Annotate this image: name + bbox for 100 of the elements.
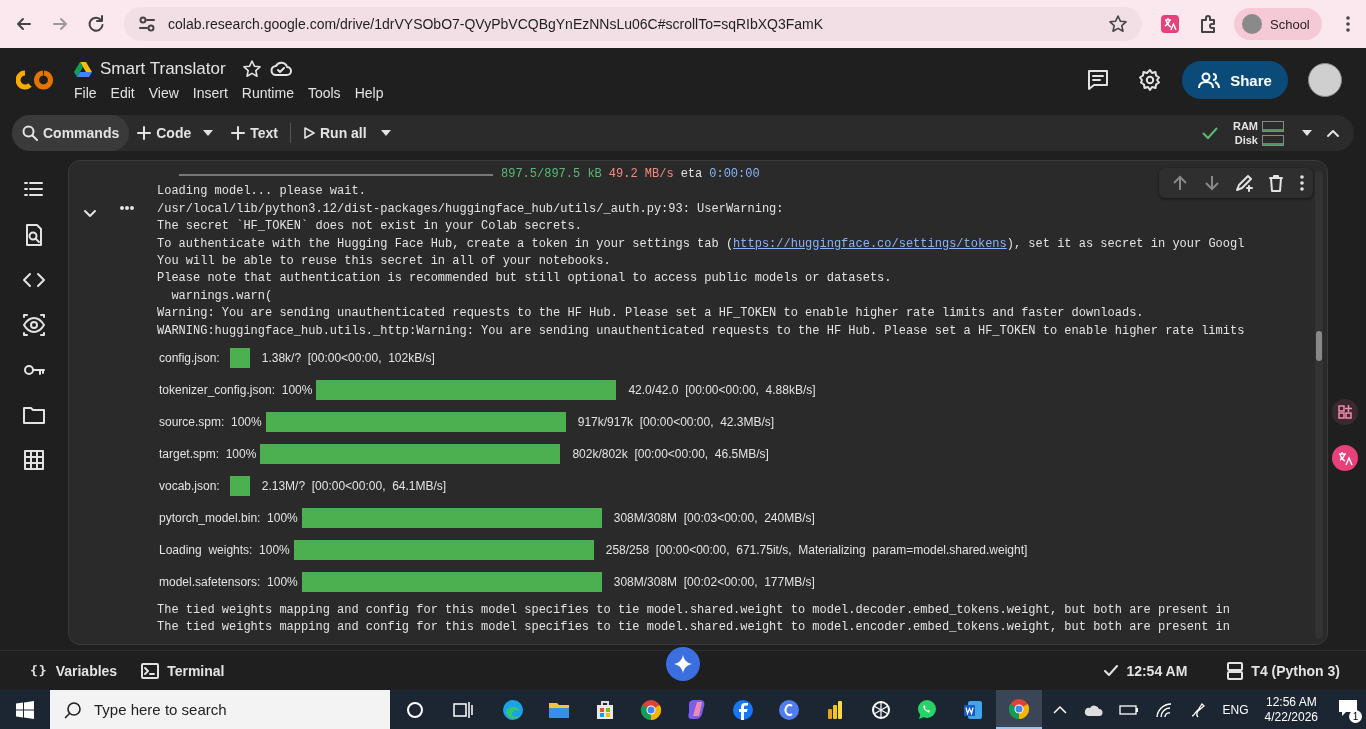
translate-icon[interactable] (1332, 445, 1358, 471)
delete-icon[interactable] (1267, 174, 1285, 192)
progress-stats: 917k/917k [00:00<00:00, 42.3MB/s] (577, 414, 775, 429)
output-line: warnings.warn( (170, 287, 274, 305)
braces-icon[interactable]: {} (30, 663, 48, 678)
menu-item[interactable]: View (148, 85, 179, 101)
reload-icon[interactable] (86, 14, 106, 34)
runtime-label[interactable]: T4 (Python 3) (1251, 662, 1340, 679)
check-icon (1104, 664, 1119, 677)
progress-stats: 1.38k/? [00:00<00:00, 102kB/s] (261, 350, 435, 365)
clock[interactable]: 12:56 AM 4/22/2026 (1264, 694, 1318, 725)
caret-icon[interactable] (203, 130, 214, 136)
progress-stats: 42.0/42.0 [00:00<00:00, 4.88kB/s] (628, 382, 816, 397)
gemini-button[interactable] (666, 647, 700, 681)
run-all-button[interactable]: Run all (295, 115, 375, 151)
commands-button[interactable]: Commands (12, 115, 130, 151)
cortana-icon[interactable] (406, 700, 424, 719)
star-icon[interactable] (1108, 14, 1128, 34)
link[interactable]: https://huggingface.co/settings/tokens (733, 236, 1007, 251)
collapse-icon[interactable] (1326, 128, 1340, 138)
chevron-icon[interactable] (83, 209, 97, 219)
progress-label: source.spm: 100% (159, 414, 262, 429)
variables-tab[interactable]: Variables (55, 662, 118, 679)
profile-button[interactable]: School (1234, 8, 1322, 40)
plus-icon (137, 126, 152, 140)
ram-meter (1262, 120, 1284, 132)
battery-icon[interactable] (1118, 703, 1139, 716)
extensions-icon[interactable] (1198, 14, 1218, 34)
progress-stats: 308M/308M [00:03<00:00, 240MB/s] (613, 510, 815, 525)
add-code-button[interactable]: Code (129, 115, 200, 151)
share-button[interactable]: Share (1182, 61, 1288, 99)
progress-stats: 258/258 [00:00<00:00, 671.75it/s, Materializing param=model.shared.weight] (605, 542, 1028, 557)
output-line: Please note that authentication is recommended but still optional to access public models or datasets. (157, 270, 893, 288)
terminal-tab[interactable]: Terminal (167, 662, 225, 679)
menu-item[interactable]: File (74, 85, 97, 101)
output-line: The tied weights mapping and config for this model specifies to tie model.shared.weight to model.encoder.embed_tokens.weight, but both are present in (157, 619, 1231, 637)
language-indicator[interactable]: ENG (1222, 702, 1249, 717)
caret-icon[interactable] (1302, 130, 1312, 136)
output-line: To authenticate with the Hugging Face Hub, create a token in your settings tab (https://huggingface.co/settings/tokens), set it as secret in your Googl (157, 235, 1245, 253)
grid-shape-icon (1338, 405, 1352, 419)
down-arrow-icon[interactable] (1203, 174, 1221, 192)
table-icon[interactable] (22, 448, 46, 472)
menu-item[interactable]: Insert (192, 85, 228, 101)
caret-icon[interactable] (380, 130, 391, 136)
progress-stats: 308M/308M [00:02<00:00, 177MB/s] (613, 574, 815, 589)
more-icon[interactable] (1299, 174, 1305, 192)
up-arrow-icon[interactable] (1171, 174, 1189, 192)
scroll-bar[interactable] (1315, 171, 1323, 639)
wifi-icon[interactable] (1154, 701, 1173, 718)
windows-icon[interactable] (16, 700, 34, 719)
progress-label: model.safetensors: 100% (159, 574, 298, 589)
comment-icon[interactable] (1086, 68, 1110, 92)
disk-meter (1262, 134, 1284, 146)
ram-label: RAM (1232, 119, 1258, 133)
translate-glyph-icon (1337, 450, 1353, 466)
menu-item[interactable]: Runtime (241, 85, 294, 101)
download-speed: 49.2 MB/s (608, 166, 674, 183)
menu-item[interactable]: Tools (307, 85, 341, 101)
url-text: colab.research.google.com/drive/1drVYSObO7-QVyPbVCQBgYnEzNNsLu06C#scrollTo=sqRIbXQ3FamK (168, 16, 825, 32)
apps-icon[interactable] (1332, 399, 1358, 425)
edit-icon[interactable] (1235, 174, 1253, 192)
clock-time: 12:56 AM (1265, 694, 1317, 710)
play-icon (303, 126, 315, 140)
output-line: You will be able to reuse this secret in all of your notebooks. (157, 252, 612, 270)
progress-label: pytorch_model.bin: 100% (159, 510, 298, 525)
search-icon (64, 701, 82, 719)
site-settings-icon[interactable] (138, 15, 156, 33)
app-icon (1007, 696, 1031, 721)
avatar (1242, 14, 1262, 34)
disk-label: Disk (1234, 133, 1258, 147)
app-icon (915, 697, 939, 722)
menu-item[interactable]: Edit (110, 85, 135, 101)
chevron-up-icon[interactable] (1052, 704, 1067, 715)
notebook-title[interactable]: Smart Translator (100, 59, 226, 79)
output-line: Loading model... please wait. (157, 183, 367, 201)
more-icon[interactable] (119, 205, 135, 211)
star-icon[interactable] (241, 59, 262, 79)
translate-extension-icon[interactable] (1160, 14, 1180, 34)
runtime-icon (1227, 661, 1244, 680)
execution-time: 12:54 AM (1126, 662, 1188, 679)
address-bar[interactable]: colab.research.google.com/drive/1drVYSObO7-QVyPbVCQBgYnEzNNsLu06C#scrollTo=sqRIbXQ3FamK (124, 7, 1142, 41)
eye-icon[interactable] (22, 313, 46, 337)
progress-indicator (229, 347, 250, 368)
people-icon (1198, 71, 1221, 89)
search-field[interactable]: Type here to search (50, 690, 390, 729)
output-line: The secret `HF_TOKEN` does not exist in your Colab secrets. (157, 218, 583, 236)
progress-stats: 2.13M/? [00:00<00:00, 64.1MB/s] (261, 478, 447, 493)
progress-label: tokenizer_config.json: 100% (159, 382, 313, 397)
avatar[interactable] (1308, 63, 1342, 97)
eta-label: eta (680, 166, 703, 183)
output-line: The tied weights mapping and config for this model specifies to tie model.shared.weight to model.decoder.embed_tokens.weight, but both are present in (157, 601, 1231, 619)
check-icon (1200, 126, 1219, 140)
download-size: 897.5/897.5 kB (501, 166, 602, 183)
sparkle-icon (674, 655, 692, 673)
app-icon (731, 697, 755, 722)
progress-label: target.spm: 100% (159, 446, 257, 461)
add-text-button[interactable]: Text (223, 115, 286, 151)
task-view-icon[interactable] (453, 700, 473, 719)
settings-icon[interactable] (1138, 68, 1162, 92)
menu-item[interactable]: Help (354, 85, 384, 101)
